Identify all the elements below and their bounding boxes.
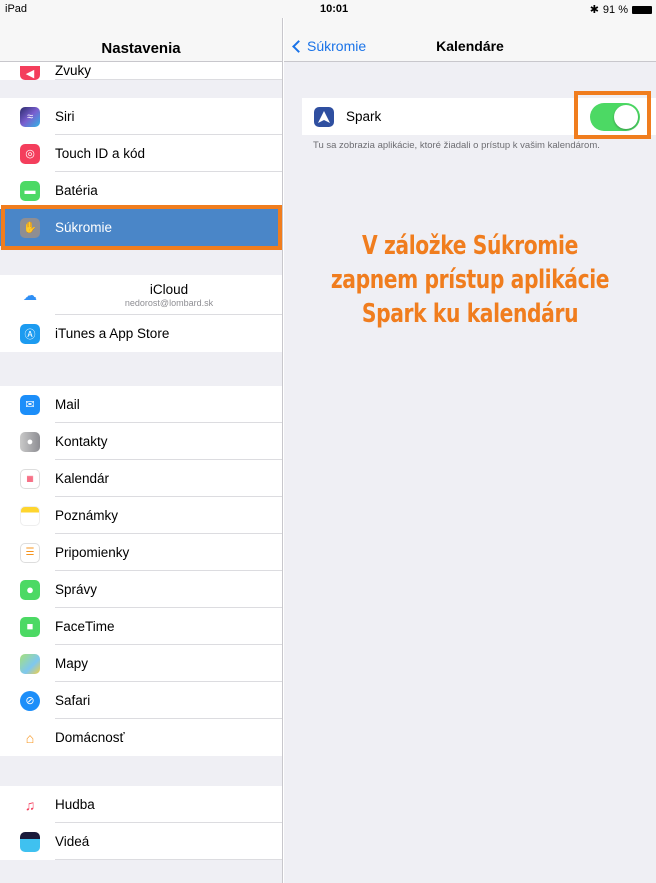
sidebar-item-icloud[interactable]: ☁ iCloud nedorost@lombard.sk — [0, 275, 282, 315]
sidebar-item-label: Videá — [55, 823, 282, 860]
page-title: Kalendáre — [436, 38, 504, 54]
sidebar-item-itunes[interactable]: Ⓐ iTunes a App Store — [0, 315, 282, 352]
highlight-toggle — [574, 91, 651, 139]
sidebar-item-hudba[interactable]: ♫ Hudba — [0, 786, 282, 823]
bluetooth-icon: ✱ — [589, 4, 599, 16]
sidebar-item-label: Kontakty — [55, 423, 282, 460]
sidebar-item-label: Safari — [55, 682, 282, 719]
sidebar-item-bateria[interactable]: ▬ Batéria — [0, 172, 282, 209]
status-bar: iPad 10:01 ✱ 91 % — [0, 0, 656, 18]
music-icon: ♫ — [20, 794, 40, 815]
sidebar-item-label: Zvuky — [55, 62, 282, 80]
sidebar-item-videa[interactable]: Videá — [0, 823, 282, 860]
sidebar-title: Nastavenia — [101, 40, 181, 57]
sidebar-item-spravy[interactable]: ● Správy — [0, 571, 282, 608]
sidebar-item-label: Poznámky — [55, 497, 282, 534]
settings-sidebar: Nastavenia ◀ Zvuky ≈ Siri ◎ Touch ID a k… — [0, 18, 283, 883]
sidebar-header: Nastavenia — [0, 18, 282, 62]
sidebar-item-siri[interactable]: ≈ Siri — [0, 98, 282, 135]
videos-icon — [20, 831, 40, 852]
sidebar-item-label: iTunes a App Store — [55, 326, 170, 341]
reminders-icon: ☰ — [20, 542, 40, 563]
icloud-account: nedorost@lombard.sk — [124, 297, 214, 308]
sidebar-item-domacnost[interactable]: ⌂ Domácnosť — [0, 719, 282, 756]
battery-icon — [632, 5, 652, 14]
spark-icon — [314, 106, 334, 127]
section-footer: Tu sa zobrazia aplikácie, ktoré žiadali … — [313, 140, 600, 151]
mail-icon: ✉ — [20, 394, 40, 415]
sidebar-item-kalendar[interactable]: ▦ Kalendár — [0, 460, 282, 497]
icloud-icon: ☁ — [20, 285, 40, 305]
messages-icon: ● — [20, 579, 40, 600]
app-row-spark: Spark — [302, 91, 656, 139]
sidebar-item-poznamky[interactable]: Poznámky — [0, 497, 282, 534]
maps-icon — [20, 653, 40, 674]
highlight-sukromie — [1, 205, 282, 250]
sidebar-item-label: Pripomienky — [55, 534, 282, 571]
detail-pane: Súkromie Kalendáre Spark Tu sa zobrazia … — [284, 18, 656, 883]
sidebar-item-mail[interactable]: ✉ Mail — [0, 386, 282, 423]
app-store-icon: Ⓐ — [20, 323, 40, 344]
battery-icon: ▬ — [20, 180, 40, 201]
annotation-line-2: zapnem prístup aplikácie — [330, 264, 610, 295]
sidebar-item-zvuky[interactable]: ◀ Zvuky — [0, 62, 282, 80]
sidebar-item-label: Mapy — [55, 645, 282, 682]
safari-icon: ⊘ — [20, 690, 40, 711]
battery-status: ✱ 91 % — [590, 3, 652, 16]
sidebar-item-label: Hudba — [55, 786, 282, 823]
clock: 10:01 — [320, 3, 349, 15]
sidebar-item-label: FaceTime — [55, 608, 282, 645]
annotation-text: V záložke Súkromie zapnem prístup apliká… — [325, 230, 615, 331]
icloud-label-group: iCloud nedorost@lombard.sk — [55, 275, 282, 315]
sidebar-item-label: Kalendár — [55, 460, 282, 497]
sidebar-item-label: Správy — [55, 571, 282, 608]
sidebar-item-kontakty[interactable]: ● Kontakty — [0, 423, 282, 460]
siri-icon: ≈ — [20, 106, 40, 127]
sidebar-item-mapy[interactable]: Mapy — [0, 645, 282, 682]
home-icon: ⌂ — [20, 727, 40, 748]
calendar-icon: ▦ — [20, 468, 40, 489]
fingerprint-icon: ◎ — [20, 143, 40, 164]
detail-header: Súkromie Kalendáre — [284, 18, 656, 62]
facetime-icon: ■ — [20, 616, 40, 637]
sidebar-item-safari[interactable]: ⊘ Safari — [0, 682, 282, 719]
sidebar-item-label: Siri — [55, 98, 282, 135]
device-label: iPad — [5, 3, 28, 15]
sidebar-item-label: Touch ID a kód — [55, 135, 282, 172]
sidebar-item-label: Domácnosť — [55, 730, 125, 745]
sidebar-item-label: iCloud — [149, 281, 189, 297]
sidebar-item-touch-id[interactable]: ◎ Touch ID a kód — [0, 135, 282, 172]
annotation-line-1: V záložke Súkromie — [362, 231, 578, 261]
sidebar-item-facetime[interactable]: ■ FaceTime — [0, 608, 282, 645]
speaker-icon: ◀ — [20, 66, 40, 80]
battery-percent: 91 % — [602, 3, 628, 16]
notes-icon — [20, 505, 40, 526]
contacts-icon: ● — [20, 431, 40, 452]
sidebar-item-label: Batéria — [55, 183, 98, 198]
sidebar-item-label: Mail — [55, 386, 282, 423]
annotation-line-3: Spark ku kalendáru — [361, 298, 579, 329]
sidebar-item-pripomienky[interactable]: ☰ Pripomienky — [0, 534, 282, 571]
